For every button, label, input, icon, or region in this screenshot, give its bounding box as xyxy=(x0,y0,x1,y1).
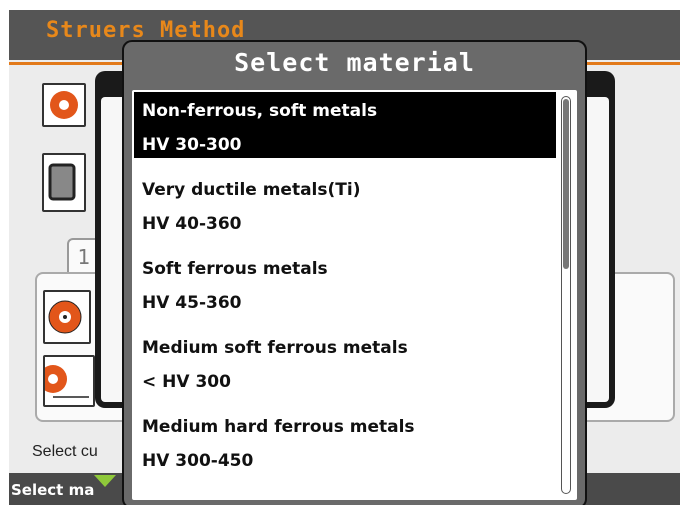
dialog-title: Select material xyxy=(234,48,475,77)
square-toggle-icon[interactable] xyxy=(42,153,86,212)
material-hardness: < HV 300 xyxy=(142,372,231,392)
disc-size-icon[interactable] xyxy=(39,355,95,407)
material-hardness: HV 300-450 xyxy=(142,451,254,471)
material-hardness: HV 40-360 xyxy=(142,214,242,234)
material-hardness: HV 30-300 xyxy=(142,135,242,155)
material-name: Medium soft ferrous metals xyxy=(142,338,408,358)
disc-sound-icon[interactable] xyxy=(43,290,91,344)
list-item[interactable]: Soft ferrous metals HV 45-360 xyxy=(134,250,556,316)
list-item[interactable]: Non-ferrous, soft metals HV 30-300 xyxy=(134,92,556,158)
screen: Struers Method 1 Select cu Select ma Sel… xyxy=(9,10,680,505)
scrollbar[interactable] xyxy=(561,96,571,494)
material-list[interactable]: Non-ferrous, soft metals HV 30-300 Very … xyxy=(132,90,577,500)
footer-text: Select ma xyxy=(11,481,95,499)
status-text: Select cu xyxy=(32,443,98,460)
material-hardness: HV 45-360 xyxy=(142,293,242,313)
material-name: Non-ferrous, soft metals xyxy=(142,101,378,121)
material-name: Very ductile metals(Ti) xyxy=(142,180,361,200)
material-name: Medium hard ferrous metals xyxy=(142,417,415,437)
list-item[interactable]: Very ductile metals(Ti) HV 40-360 xyxy=(134,171,556,237)
scrollbar-thumb[interactable] xyxy=(563,99,569,269)
scroll-arrow-icon xyxy=(94,475,116,487)
material-name: Soft ferrous metals xyxy=(142,259,328,279)
disc-icon[interactable] xyxy=(42,83,86,127)
list-item[interactable]: Medium soft ferrous metals < HV 300 xyxy=(134,329,556,395)
select-material-dialog: Select material Non-ferrous, soft metals… xyxy=(122,40,587,505)
list-item[interactable]: Medium hard ferrous metals HV 300-450 xyxy=(134,408,556,474)
